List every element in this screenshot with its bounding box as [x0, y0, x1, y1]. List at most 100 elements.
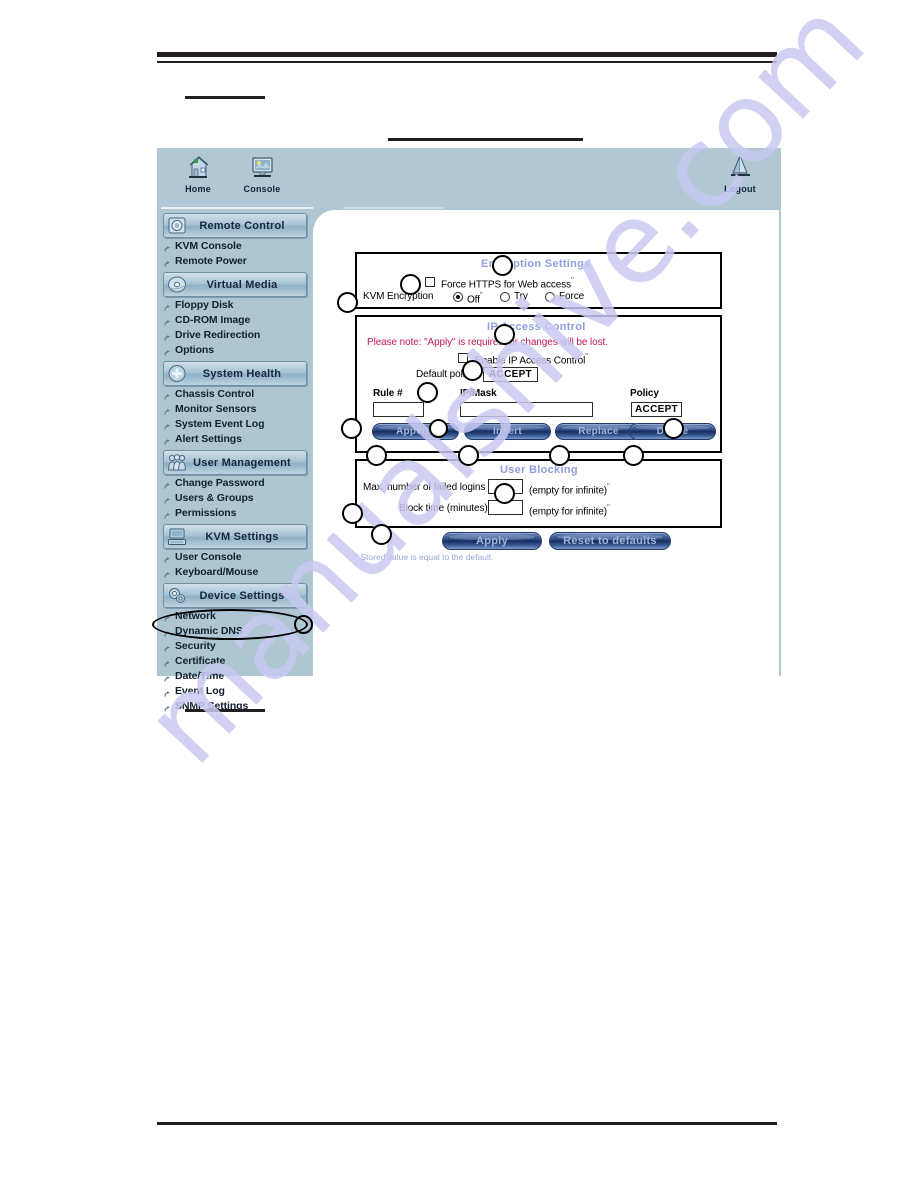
sidebar-section-kvm-settings[interactable]: KVM Settings	[163, 524, 307, 549]
camera-icon	[166, 216, 188, 235]
callout-replace	[549, 445, 570, 466]
heart-icon	[166, 364, 188, 383]
enable-ip-access-label: Enable IP Access Control	[475, 355, 586, 367]
sidebar-section-remote-control[interactable]: Remote Control	[163, 213, 307, 238]
sidebar-section-virtual-media[interactable]: Virtual Media	[163, 272, 307, 297]
sidebar-item-user-console[interactable]: User Console	[159, 550, 311, 565]
kvm-encryption-radio-try[interactable]	[500, 292, 510, 302]
stored-value-footnote: " Stored value is equal to the default.	[355, 552, 494, 562]
sidebar-item-snmp-settings[interactable]: SNMP Settings	[159, 699, 311, 714]
sidebar-item-keyboard-mouse[interactable]: Keyboard/Mouse	[159, 565, 311, 580]
sidebar-item-options[interactable]: Options	[159, 343, 311, 358]
home-icon	[169, 153, 227, 183]
section-underline-top	[185, 96, 265, 99]
default-marker-icon: "	[607, 503, 610, 512]
sidebar-section-user-management[interactable]: User Management	[163, 450, 307, 475]
sidebar-item-label: Date/Time	[175, 670, 225, 682]
bullet-arrow-icon	[164, 643, 171, 652]
sidebar-item-drive-redirection[interactable]: Drive Redirection	[159, 328, 311, 343]
sidebar-section-system-health[interactable]: System Health	[163, 361, 307, 386]
kvm-encryption-radio-force[interactable]	[545, 292, 555, 302]
block-time-label: Block time (minutes)	[399, 503, 488, 514]
header-button-logout[interactable]: Logout	[711, 153, 769, 194]
sidebar-item-label: Event Log	[175, 685, 225, 697]
sidebar-section-device-settings-label: Device Settings	[199, 589, 285, 602]
sidebar-item-monitor-sensors[interactable]: Monitor Sensors	[159, 402, 311, 417]
header-button-console-label: Console	[243, 184, 281, 194]
bullet-arrow-icon	[164, 480, 171, 489]
rule-number-input[interactable]	[373, 402, 424, 417]
sidebar-item-cd-rom-image[interactable]: CD-ROM Image	[159, 313, 311, 328]
reset-to-defaults-button[interactable]: Reset to defaults	[549, 532, 671, 550]
header-button-console[interactable]: Console	[233, 153, 291, 194]
callout-user-blocking-title	[494, 483, 515, 504]
sidebar-section-user-management-label: User Management	[193, 456, 291, 469]
sidebar-item-label: Monitor Sensors	[175, 403, 257, 415]
panel-user-blocking: User Blocking Max. number of failed logi…	[355, 459, 722, 528]
sidebar-item-label: Keyboard/Mouse	[175, 566, 259, 578]
sidebar-item-label: Drive Redirection	[175, 329, 261, 341]
sidebar-item-permissions[interactable]: Permissions	[159, 506, 311, 521]
callout-default-policy	[417, 382, 438, 403]
kvm-encryption-option-off: Off	[467, 294, 480, 306]
callout-encryption-title	[492, 255, 513, 276]
sidebar-item-label: Chassis Control	[175, 388, 255, 400]
sidebar-item-system-event-log[interactable]: System Event Log	[159, 417, 311, 432]
max-failed-logins-hint: (empty for infinite)	[529, 485, 608, 497]
apply-button[interactable]: Apply	[442, 532, 542, 550]
kvm-encryption-radio-off[interactable]	[453, 292, 463, 302]
sidebar-item-label: Options	[175, 344, 214, 356]
sidebar-item-label: Certificate	[175, 655, 226, 667]
callout-block-time	[371, 524, 392, 545]
header-divider-right	[343, 207, 443, 209]
sidebar-item-label: KVM Console	[175, 240, 242, 252]
disc-icon	[166, 275, 188, 294]
header-button-logout-label: Logout	[724, 184, 756, 194]
page-header-rule-thin	[157, 61, 777, 63]
replace-button[interactable]: Replace	[555, 423, 642, 440]
sidebar-item-security[interactable]: Security	[159, 639, 311, 654]
header-button-home-label: Home	[185, 184, 211, 194]
bullet-arrow-icon	[164, 302, 171, 311]
callout-policy	[663, 418, 684, 439]
sidebar-item-label: SNMP Settings	[175, 700, 249, 712]
bullet-arrow-icon	[164, 495, 171, 504]
callout-append	[366, 445, 387, 466]
sidebar-item-date-time[interactable]: Date/Time	[159, 669, 311, 684]
bullet-arrow-icon	[164, 421, 171, 430]
sidebar-section-device-settings[interactable]: Device Settings	[163, 583, 307, 608]
bullet-arrow-icon	[164, 332, 171, 341]
sidebar-section-kvm-settings-label: KVM Settings	[205, 530, 279, 543]
callout-force-https	[400, 274, 421, 295]
bullet-arrow-icon	[164, 510, 171, 519]
callout-insert	[458, 445, 479, 466]
force-https-checkbox[interactable]	[425, 277, 435, 287]
keyboard-icon	[166, 527, 188, 546]
callout-kvm-encryption	[337, 292, 358, 313]
header-button-home[interactable]: Home	[169, 153, 227, 194]
caption-underline	[388, 138, 583, 141]
sidebar-item-label: Alert Settings	[175, 433, 242, 445]
sidebar-item-change-password[interactable]: Change Password	[159, 476, 311, 491]
app-header: Home Console Logout	[157, 148, 781, 209]
insert-button[interactable]: Insert	[464, 423, 551, 440]
sidebar-item-floppy-disk[interactable]: Floppy Disk	[159, 298, 311, 313]
sidebar-item-event-log[interactable]: Event Log	[159, 684, 311, 699]
bullet-arrow-icon	[164, 258, 171, 267]
sidebar-item-alert-settings[interactable]: Alert Settings	[159, 432, 311, 447]
ip-mask-input[interactable]	[460, 402, 593, 417]
sidebar-item-users-groups[interactable]: Users & Groups	[159, 491, 311, 506]
logout-icon	[711, 153, 769, 183]
sidebar-item-chassis-control[interactable]: Chassis Control	[159, 387, 311, 402]
bullet-arrow-icon	[164, 317, 171, 326]
policy-select[interactable]: ACCEPT	[631, 402, 682, 417]
bullet-arrow-icon	[164, 703, 171, 712]
sidebar-item-certificate[interactable]: Certificate	[159, 654, 311, 669]
sidebar-item-kvm-console[interactable]: KVM Console	[159, 239, 311, 254]
apply-required-note: Please note: "Apply" is required, or cha…	[367, 337, 608, 348]
kvm-web-interface: Home Console Logout Remote Control KVM C…	[157, 148, 781, 712]
sidebar-item-remote-power[interactable]: Remote Power	[159, 254, 311, 269]
default-policy-select[interactable]: ACCEPT	[483, 367, 538, 382]
force-https-label: Force HTTPS for Web access	[441, 279, 572, 291]
page-footer-rule	[157, 1122, 777, 1125]
